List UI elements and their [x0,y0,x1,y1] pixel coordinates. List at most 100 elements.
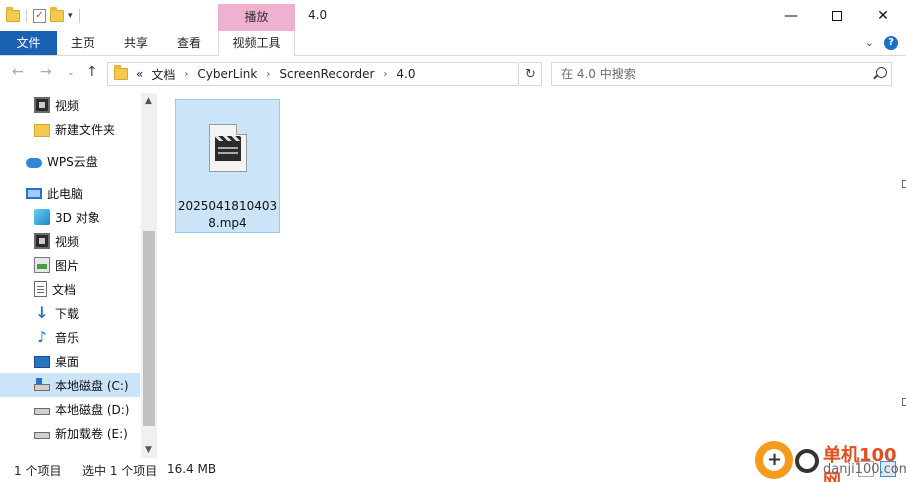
forward-button[interactable]: → [40,64,52,80]
cloud-icon [26,157,42,168]
nav-item-new-folder[interactable]: 新建文件夹 [0,117,140,141]
tab-file[interactable]: 文件 [0,31,57,55]
resize-handle-icon [902,180,906,188]
nav-item-label: 视频 [55,234,80,249]
ribbon-tabs: 文件 主页 共享 查看 视频工具 ⌄ ? [0,31,906,56]
recent-locations-icon[interactable]: ⌄ [67,68,75,78]
breadcrumb-overflow[interactable]: « [136,67,143,81]
resize-handle-icon [902,398,906,406]
file-name: 2025041810403 8.mp4 [176,198,279,232]
pc-icon [26,187,42,199]
nav-item-documents[interactable]: 文档 [0,277,140,301]
watermark-ring-icon [795,449,819,473]
qat-separator [78,9,80,23]
file-list: 2025041810403 8.mp4 [160,93,900,458]
breadcrumb-cyberlink[interactable]: CyberLink [197,67,257,81]
nav-item-downloads[interactable]: ↓ 下载 [0,301,140,325]
qat-customize-icon[interactable]: ▾ [68,11,73,21]
folder-icon [114,65,128,80]
music-icon: ♪ [37,328,47,346]
drive-icon [34,432,50,439]
breadcrumb-documents[interactable]: 文档 [151,66,175,83]
nav-item-label: WPS云盘 [47,154,98,169]
nav-item-videos-quick[interactable]: 视频 [0,93,140,117]
tab-view[interactable]: 查看 [168,31,210,55]
watermark-domain: danji100.com [823,462,906,477]
video-icon [34,97,50,113]
nav-item-label: 图片 [55,258,80,273]
documents-icon [34,281,47,297]
nav-item-label: 新加载卷 (E:) [55,426,128,441]
tab-share[interactable]: 共享 [115,31,157,55]
nav-item-3d-objects[interactable]: 3D 对象 [0,205,140,229]
watermark-logo-icon [755,441,793,479]
scroll-up-icon[interactable]: ▲ [145,96,152,106]
file-item[interactable]: 2025041810403 8.mp4 [175,99,280,233]
nav-item-label: 视频 [55,98,80,113]
nav-item-label: 新建文件夹 [55,122,116,137]
window-title: 4.0 [308,8,328,22]
qat-separator [26,9,27,23]
up-button[interactable]: ↑ [86,64,98,80]
video-file-icon [209,124,247,172]
nav-item-label: 音乐 [55,330,80,345]
nav-item-label: 此电脑 [47,186,84,201]
nav-item-music[interactable]: ♪ 音乐 [0,325,140,349]
breadcrumb-current[interactable]: 4.0 [396,67,415,81]
back-button[interactable]: ← [12,64,24,80]
drive-c-icon [34,378,50,391]
folder-icon[interactable] [6,7,20,22]
ribbon-controls: ⌄ ? [865,36,898,50]
context-tab-play: 播放 [218,4,295,31]
file-name-line: 8.mp4 [208,216,247,230]
nav-item-label: 本地磁盘 (D:) [55,402,130,417]
breadcrumb-screenrecorder[interactable]: ScreenRecorder [279,67,374,81]
quick-access-toolbar: ✓ ▾ [6,6,82,26]
close-button[interactable]: ✕ [860,0,906,31]
nav-item-videos[interactable]: 视频 [0,229,140,253]
nav-item-drive-d[interactable]: 本地磁盘 (D:) [0,397,140,421]
3d-objects-icon [34,209,50,225]
status-selected: 选中 1 个项目 [82,464,158,478]
nav-item-label: 3D 对象 [55,210,100,225]
nav-item-this-pc[interactable]: 此电脑 [0,181,140,205]
status-item-count: 1 个项目 [14,464,62,478]
folder-icon [34,123,50,137]
nav-item-label: 桌面 [55,354,80,369]
scrollbar-thumb[interactable] [143,231,155,426]
video-icon [34,233,50,249]
help-icon[interactable]: ? [884,36,898,50]
file-name-line: 2025041810403 [177,199,278,213]
clapperboard-icon [215,136,241,161]
navigation-row: ← → ⌄ ↑ « 文档 › CyberLink › ScreenRecorde… [0,62,906,86]
download-icon: ↓ [35,303,49,322]
maximize-icon [832,10,842,21]
breadcrumb-chevron-icon[interactable]: › [383,69,387,80]
pictures-icon [34,257,50,273]
scroll-down-icon[interactable]: ▼ [145,445,152,455]
nav-item-label: 文档 [52,282,77,297]
maximize-button[interactable] [814,0,860,31]
nav-item-drive-e[interactable]: 新加载卷 (E:) [0,421,140,445]
breadcrumb-chevron-icon[interactable]: › [266,69,270,80]
nav-item-desktop[interactable]: 桌面 [0,349,140,373]
ribbon-collapse-icon[interactable]: ⌄ [865,36,874,50]
navigation-pane: 视频 新建文件夹 WPS云盘 此电脑 3D 对象 视频 图片 文档 ↓ 下载 ♪… [0,93,157,458]
nav-item-wps-cloud[interactable]: WPS云盘 [0,149,140,173]
refresh-button[interactable]: ↻ [520,62,542,86]
nav-scrollbar[interactable]: ▲ ▼ [141,93,157,458]
nav-item-pictures[interactable]: 图片 [0,253,140,277]
tab-home[interactable]: 主页 [62,31,104,55]
nav-item-drive-c[interactable]: 本地磁盘 (C:) [0,373,140,397]
search-icon[interactable] [876,67,887,78]
watermark: 单机100网 danji100.com [755,437,906,482]
tab-video-tools[interactable]: 视频工具 [218,31,295,56]
minimize-button[interactable]: — [768,0,814,31]
breadcrumb-chevron-icon[interactable]: › [184,69,188,80]
search-input[interactable]: 在 4.0 中搜索 [551,62,892,86]
address-bar[interactable]: « 文档 › CyberLink › ScreenRecorder › 4.0 … [107,62,620,86]
title-bar: ✓ ▾ 播放 4.0 — ✕ [0,0,906,31]
nav-item-label: 本地磁盘 (C:) [55,378,129,393]
new-folder-icon[interactable] [50,7,64,22]
properties-icon[interactable]: ✓ [33,9,46,23]
